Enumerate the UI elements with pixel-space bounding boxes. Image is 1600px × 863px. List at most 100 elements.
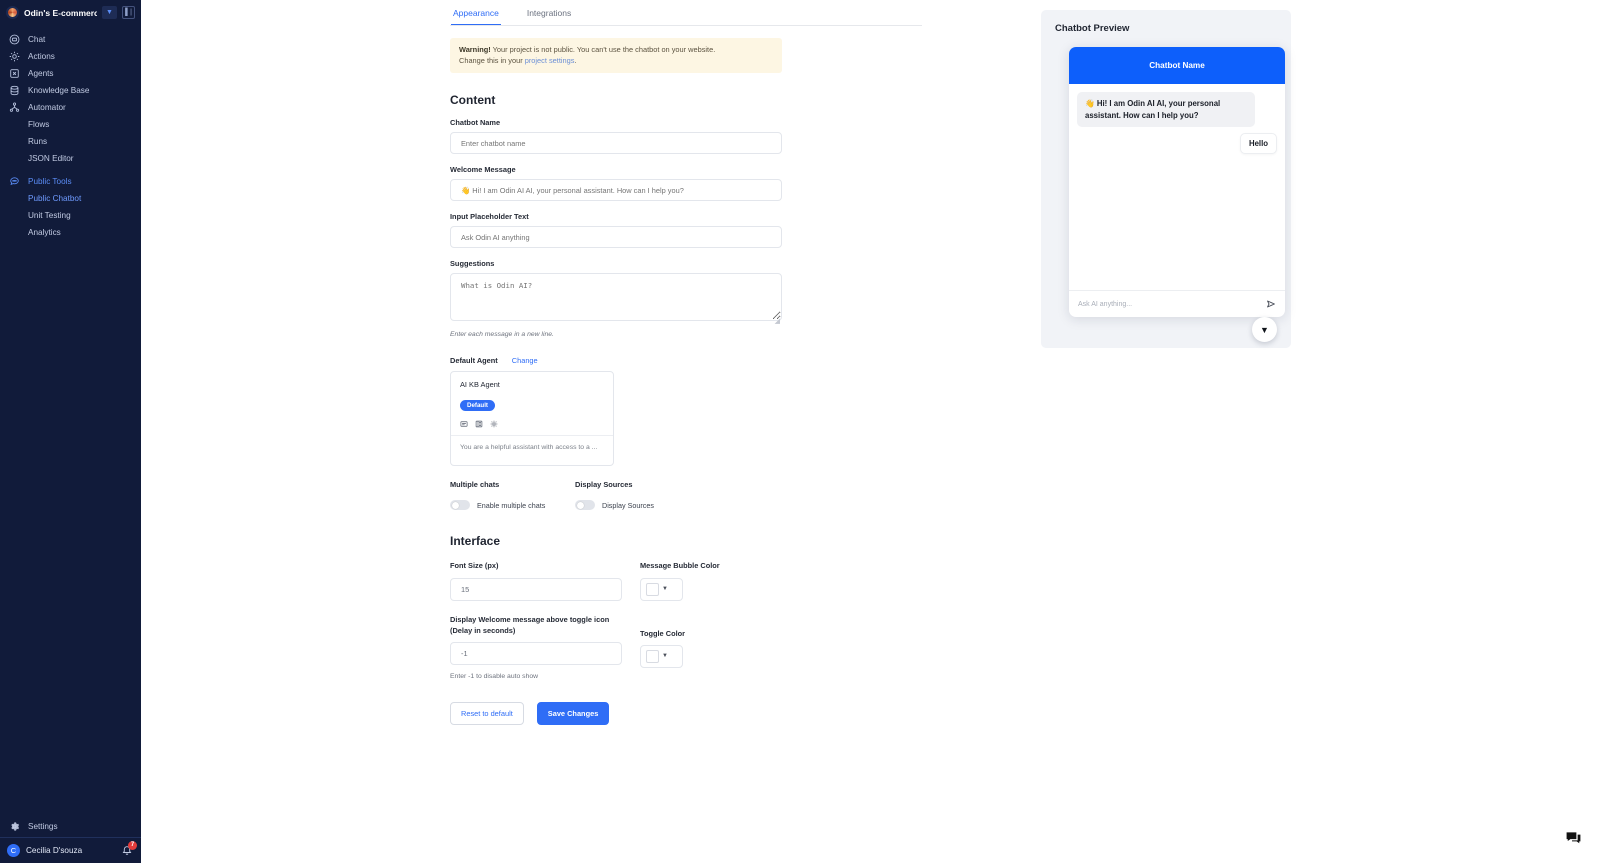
notification-badge: 7 [128, 840, 137, 850]
toggle-color-swatch [646, 649, 659, 663]
field-suggestions: Suggestions ◢ Enter each message in a ne… [450, 259, 782, 338]
sidebar-user-row[interactable]: C Cecilia D'souza 7 [0, 837, 141, 863]
bell-icon[interactable]: 7 [121, 840, 137, 857]
sidebar-header: Odin's E-commerce ... ▼ ▌| [0, 0, 141, 25]
sidebar-item-label: Agents [28, 69, 54, 78]
widget-input-placeholder[interactable]: Ask AI anything... [1078, 301, 1266, 308]
sidebar-item-public-chatbot[interactable]: Public Chatbot [0, 190, 141, 207]
welcome-delay-input[interactable]: -1 [450, 641, 622, 665]
multiple-chats-line: Enable multiple chats [450, 500, 575, 511]
sidebar-item-label: Chat [28, 35, 46, 44]
odin-logo-icon [6, 6, 19, 19]
multiple-chats-toggle-label: Enable multiple chats [477, 500, 546, 510]
display-sources-group: Display Sources Display Sources [575, 480, 700, 511]
sidebar-item-knowledge-base[interactable]: Knowledge Base [0, 82, 141, 99]
display-sources-toggle[interactable] [575, 500, 595, 511]
preview-title: Chatbot Preview [1055, 23, 1130, 34]
user-message-bubble: Hello [1239, 133, 1277, 155]
sidebar-item-label: Knowledge Base [28, 86, 90, 95]
sidebar-item-label: Unit Testing [28, 211, 71, 220]
interface-grid: Font Size (px) 15 Display Welcome messag… [450, 560, 922, 680]
welcome-message-input[interactable] [450, 179, 782, 202]
resize-grip-icon[interactable]: ◢ [775, 317, 780, 325]
sidebar-item-flows[interactable]: Flows [0, 116, 141, 133]
chatbot-name-label: Chatbot Name [450, 118, 501, 128]
send-icon[interactable] [1266, 299, 1276, 309]
database-icon [9, 85, 20, 96]
content-heading: Content [450, 93, 496, 108]
input-placeholder-label: Input Placeholder Text [450, 212, 529, 222]
change-agent-link[interactable]: Change [512, 356, 538, 365]
automator-node-icon [9, 102, 20, 113]
widget-input-bar[interactable]: Ask AI anything... [1069, 290, 1285, 317]
warning-text: Your project is not public. You can't us… [490, 45, 716, 54]
sidebar-item-settings[interactable]: Settings [0, 815, 141, 837]
chat-widget-icon[interactable] [1560, 825, 1586, 851]
reset-to-default-button[interactable]: Reset to default [450, 701, 524, 725]
default-agent-label: Default Agent [450, 356, 498, 366]
settings-column: Appearance Integrations Warning! Your pr… [450, 0, 922, 725]
public-tools-icon [9, 176, 20, 187]
chevron-down-icon[interactable]: ▼ [662, 653, 668, 659]
default-agent-card[interactable]: AI KB Agent Default You are a helpful as… [450, 371, 614, 467]
avatar: C [7, 844, 20, 857]
card-text-icon[interactable] [460, 420, 468, 428]
sidebar-item-analytics[interactable]: Analytics [0, 224, 141, 241]
sidebar-item-json-editor[interactable]: JSON Editor [0, 150, 141, 167]
project-settings-link[interactable]: project settings [525, 56, 575, 65]
sidebar-item-label: Runs [28, 137, 48, 146]
widget-toggle-button[interactable]: ▼ [1252, 317, 1277, 342]
sidebar-item-runs[interactable]: Runs [0, 133, 141, 150]
suggestions-textarea[interactable] [450, 273, 782, 322]
field-chatbot-name: Chatbot Name [450, 118, 782, 155]
tab-appearance[interactable]: Appearance [451, 8, 501, 25]
sidebar-item-public-tools[interactable]: Public Tools [0, 173, 141, 190]
bot-message-bubble: 👋 Hi! I am Odin AI AI, your personal ass… [1077, 92, 1255, 128]
status-badge: Default [460, 400, 495, 412]
sidebar-item-actions[interactable]: Actions [0, 48, 141, 65]
agent-card-icons [460, 420, 604, 428]
message-bubble-color-picker[interactable]: ▼ [640, 577, 683, 601]
project-name[interactable]: Odin's E-commerce ... [24, 8, 97, 18]
message-bubble-color-swatch [646, 582, 659, 596]
multiple-chats-group: Multiple chats Enable multiple chats [450, 480, 575, 511]
tab-bar: Appearance Integrations [450, 0, 922, 26]
list-detail-icon[interactable] [475, 420, 483, 428]
welcome-message-label: Welcome Message [450, 165, 516, 175]
multiple-chats-toggle[interactable] [450, 500, 470, 511]
save-changes-button[interactable]: Save Changes [536, 701, 610, 725]
input-placeholder-input[interactable] [450, 226, 782, 249]
toggle-color-picker[interactable]: ▼ [640, 644, 683, 668]
agent-name: AI KB Agent [460, 380, 500, 390]
font-size-input[interactable]: 15 [450, 577, 622, 601]
sidebar-item-chat[interactable]: Chat [0, 31, 141, 48]
sidebar-item-automator[interactable]: Automator [0, 99, 141, 116]
toggle-color-field: Toggle Color ▼ [640, 628, 830, 668]
warning-period: . [574, 55, 577, 65]
chevron-down-icon: ▼ [1260, 324, 1269, 335]
welcome-delay-hint: Enter -1 to disable auto show [450, 672, 539, 680]
gear-actions-icon [9, 51, 20, 62]
panel-collapse-icon[interactable]: ▌| [122, 6, 135, 19]
sidebar-item-unit-testing[interactable]: Unit Testing [0, 207, 141, 224]
message-bubble-color-label: Message Bubble Color [640, 561, 720, 571]
tab-integrations[interactable]: Integrations [525, 8, 573, 25]
field-input-placeholder: Input Placeholder Text [450, 212, 782, 249]
chevron-down-icon[interactable]: ▼ [662, 586, 668, 592]
app-root: Odin's E-commerce ... ▼ ▌| Chat [0, 0, 1600, 863]
message-bubble-color-field: Message Bubble Color ▼ [640, 560, 830, 601]
sidebar-item-label: Public Tools [28, 177, 72, 186]
font-size-field: Font Size (px) 15 [450, 560, 640, 601]
action-buttons: Reset to default Save Changes [450, 701, 922, 725]
interface-right-column: Message Bubble Color ▼ Toggle Color ▼ [640, 560, 830, 679]
chatbot-name-input[interactable] [450, 132, 782, 155]
suggestions-hint: Enter each message in a new line. [450, 331, 554, 339]
default-agent-header: Default Agent Change [450, 356, 922, 365]
chevron-down-icon[interactable]: ▼ [102, 6, 117, 19]
gear-settings-icon[interactable] [490, 420, 498, 428]
field-welcome-message: Welcome Message [450, 165, 782, 202]
sidebar-item-agents[interactable]: Agents [0, 65, 141, 82]
welcome-delay-label: Display Welcome message above toggle ico… [450, 614, 610, 635]
toggle-color-label: Toggle Color [640, 628, 686, 638]
agent-card-body: AI KB Agent Default [451, 372, 613, 435]
